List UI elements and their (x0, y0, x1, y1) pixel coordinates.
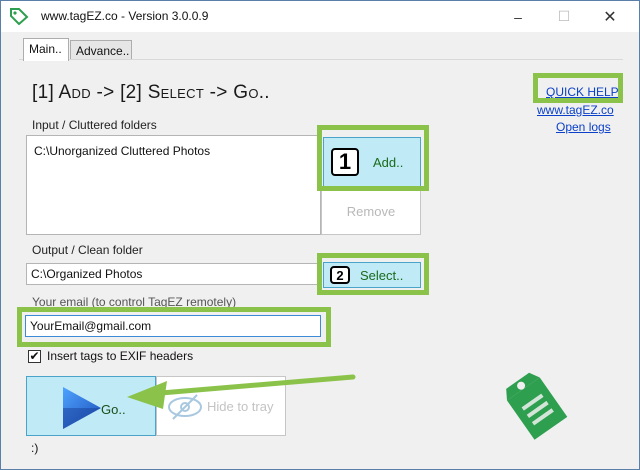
email-field[interactable]: YourEmail@gmail.com (25, 315, 321, 337)
tag-icon (10, 8, 29, 25)
hidden-eye-icon (168, 394, 202, 420)
add-button[interactable]: 1 Add.. (323, 137, 421, 187)
output-folder-field[interactable]: C:\Organized Photos (26, 263, 321, 285)
email-label: Your email (to control TagEZ remotely) (32, 295, 237, 309)
status-text: :) (31, 441, 39, 455)
page-title: [1] Add -> [2] Select -> Go.. (32, 82, 270, 103)
step-1-badge: 1 (331, 148, 359, 176)
price-tag-logo (506, 372, 568, 440)
input-folders-list[interactable]: C:\Unorganized Cluttered Photos (26, 135, 321, 235)
app-window: www.tagEZ.co - Version 3.0.0.9 – ☐ ✕ Mai… (0, 0, 640, 470)
add-button-label: Add.. (373, 155, 404, 170)
step-2-badge: 2 (330, 266, 350, 284)
list-item[interactable]: C:\Unorganized Cluttered Photos (34, 144, 210, 158)
tab-panel-border (19, 59, 623, 60)
open-logs-link[interactable]: Open logs (556, 120, 611, 134)
quick-help-link[interactable]: QUICK HELP (546, 85, 619, 99)
window-title: www.tagEZ.co - Version 3.0.0.9 (41, 9, 209, 23)
exif-checkbox[interactable]: ✔ (28, 350, 41, 363)
website-link[interactable]: www.tagEZ.co (537, 103, 614, 117)
play-icon (63, 387, 101, 429)
go-button-label: Go.. (101, 402, 126, 417)
tab-main[interactable]: Main.. (23, 38, 69, 61)
select-button-label: Select.. (360, 268, 404, 283)
input-folders-label: Input / Cluttered folders (32, 118, 157, 132)
hide-to-tray-label: Hide to tray (207, 399, 274, 414)
minimize-button[interactable]: – (495, 1, 541, 32)
remove-button[interactable]: Remove (321, 187, 421, 235)
select-button[interactable]: 2 Select.. (323, 262, 421, 288)
hide-to-tray-button[interactable]: Hide to tray (156, 376, 286, 436)
tab-advance[interactable]: Advance.. (70, 40, 132, 60)
output-folder-label: Output / Clean folder (32, 243, 143, 257)
title-bar[interactable]: www.tagEZ.co - Version 3.0.0.9 – ☐ ✕ (1, 1, 639, 32)
close-button[interactable]: ✕ (587, 1, 633, 32)
go-button[interactable]: Go.. (26, 376, 156, 436)
maximize-button[interactable]: ☐ (541, 1, 587, 32)
exif-checkbox-label: Insert tags to EXIF headers (47, 349, 194, 363)
